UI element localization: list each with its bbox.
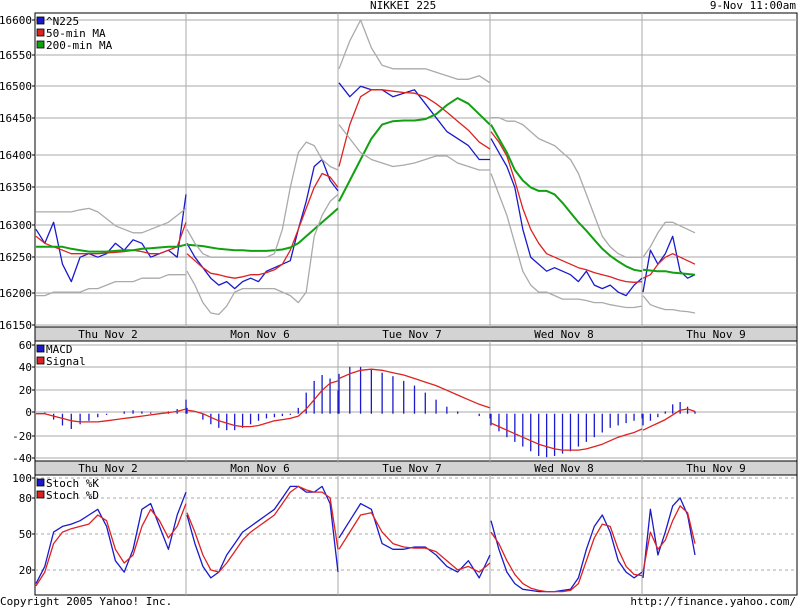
ma200-line bbox=[338, 97, 491, 202]
bandL-line bbox=[642, 295, 696, 314]
y-tick-label: 16500 bbox=[0, 80, 32, 93]
legend-swatch bbox=[36, 478, 45, 487]
y-tick-label: 16550 bbox=[0, 49, 32, 62]
y-tick-label: 100 bbox=[12, 472, 32, 485]
y-tick-label: 20 bbox=[19, 384, 32, 397]
legend-swatch bbox=[36, 356, 45, 365]
day-label: Wed Nov 8 bbox=[534, 462, 594, 475]
ma200-line bbox=[186, 207, 339, 252]
bandU-line bbox=[36, 207, 187, 234]
day-label: Tue Nov 7 bbox=[382, 462, 442, 475]
y-tick-label: 50 bbox=[19, 528, 32, 541]
y-tick-label: 16200 bbox=[0, 287, 32, 300]
stochK-line bbox=[186, 485, 339, 579]
chart-canvas: Thu Nov 2 Mon Nov 6 Tue Nov 7 Wed Nov 8 Thu … bbox=[0, 12, 798, 596]
stochD-line bbox=[338, 512, 491, 573]
legend-swatch bbox=[36, 40, 45, 49]
bandL-line bbox=[490, 173, 643, 309]
signal-line bbox=[490, 422, 643, 451]
bandU-line bbox=[186, 141, 339, 258]
y-tick-label: 80 bbox=[19, 492, 32, 505]
bandL-line bbox=[186, 193, 339, 316]
y-tick-label: 40 bbox=[19, 361, 32, 374]
legend-swatch bbox=[36, 16, 45, 25]
ma50-line bbox=[186, 172, 339, 279]
day-label: Wed Nov 8 bbox=[534, 328, 594, 341]
source-url[interactable]: http://finance.yahoo.com/ bbox=[630, 596, 796, 608]
legend-label: Signal bbox=[46, 355, 86, 368]
y-tick-label: -20 bbox=[12, 430, 32, 443]
day-label: Thu Nov 2 bbox=[78, 462, 138, 475]
bandL-line bbox=[338, 124, 490, 171]
bandU-line bbox=[338, 19, 491, 84]
day-label: Tue Nov 7 bbox=[382, 328, 442, 341]
y-tick-label: 16600 bbox=[0, 14, 32, 27]
price-line bbox=[642, 235, 696, 293]
day-label: Thu Nov 9 bbox=[686, 328, 746, 341]
ma200-line bbox=[490, 124, 643, 273]
legend-swatch bbox=[36, 344, 45, 353]
y-tick-label: 20 bbox=[19, 564, 32, 577]
y-tick-label: 16400 bbox=[0, 149, 32, 162]
y-tick-label: 0 bbox=[25, 406, 32, 419]
copyright-notice: Copyright 2005 Yahoo! Inc. bbox=[0, 595, 173, 608]
legend-label: 200-min MA bbox=[46, 39, 113, 52]
stochK-line bbox=[642, 497, 696, 578]
legend-swatch bbox=[36, 28, 45, 37]
price-line bbox=[186, 158, 339, 290]
price-line bbox=[35, 194, 187, 283]
y-tick-label: 16150 bbox=[0, 319, 32, 332]
stochD-line bbox=[186, 485, 339, 573]
signal-line bbox=[36, 408, 187, 423]
bandL-line bbox=[36, 274, 186, 297]
y-tick-label: 60 bbox=[19, 339, 32, 352]
day-label: Thu Nov 2 bbox=[78, 328, 138, 341]
day-label: Mon Nov 6 bbox=[230, 328, 290, 341]
day-label: Mon Nov 6 bbox=[230, 462, 290, 475]
day-label: Thu Nov 9 bbox=[686, 462, 746, 475]
y-tick-label: 16350 bbox=[0, 181, 32, 194]
legend-label: Stoch %D bbox=[46, 489, 99, 502]
y-tick-label: 16300 bbox=[0, 219, 32, 232]
y-tick-label: 16250 bbox=[0, 251, 32, 264]
y-tick-label: -40 bbox=[12, 452, 32, 465]
signal-line bbox=[186, 380, 339, 428]
legend-swatch bbox=[36, 490, 45, 499]
price-line bbox=[490, 138, 643, 297]
y-tick-label: 16450 bbox=[0, 112, 32, 125]
